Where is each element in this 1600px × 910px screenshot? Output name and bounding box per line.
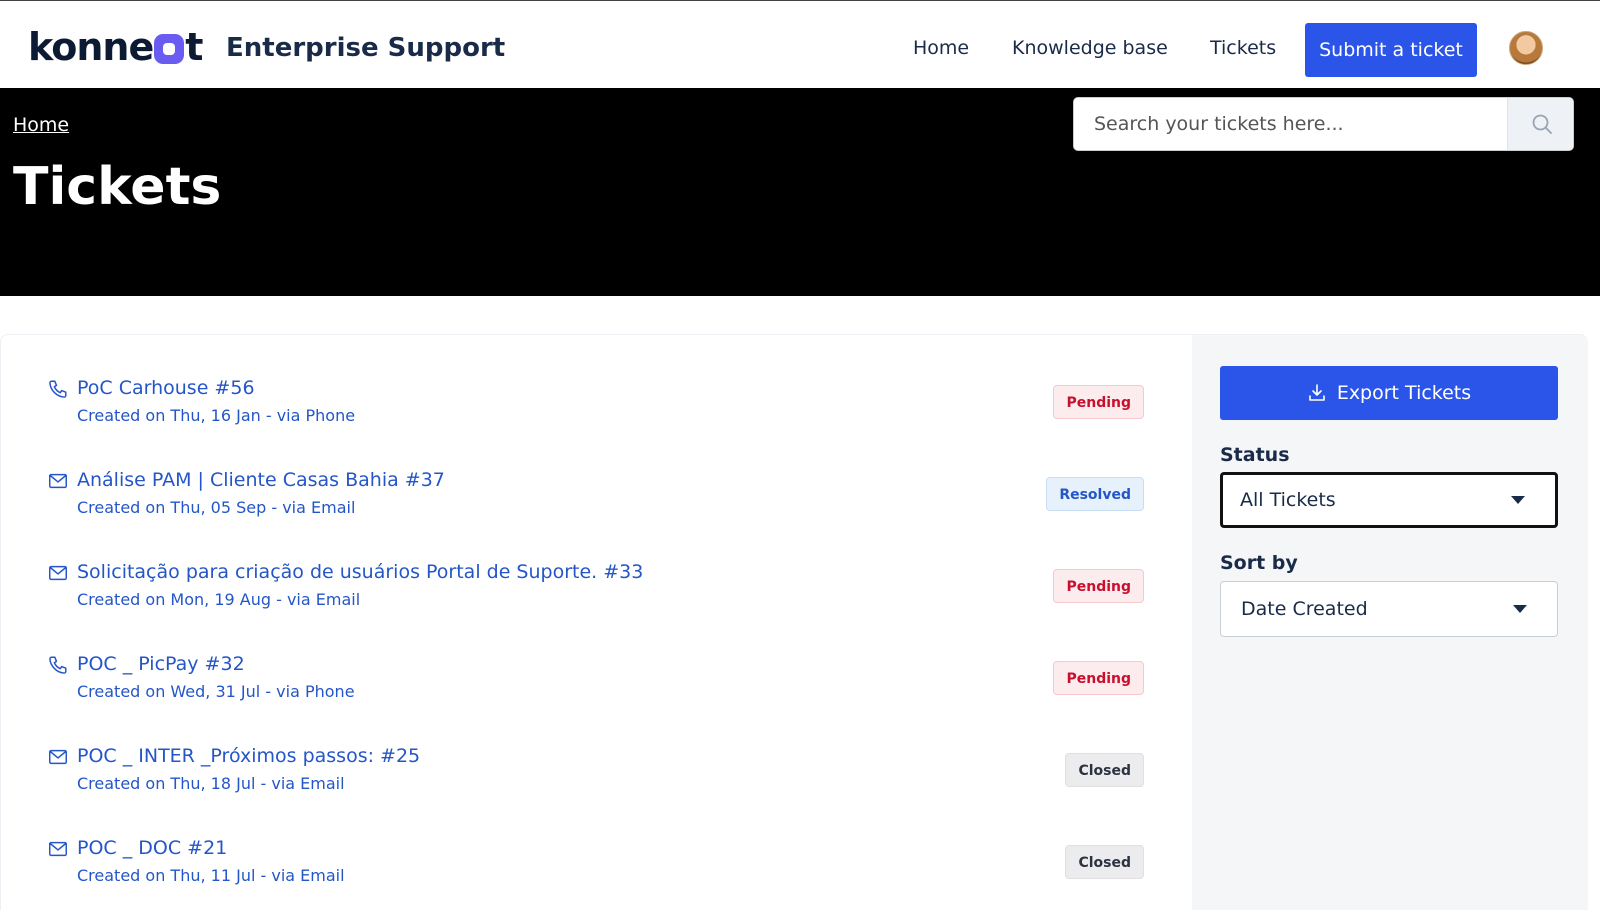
mail-icon: [49, 473, 67, 489]
chevron-down-icon: [1511, 496, 1525, 504]
ticket-row[interactable]: Análise PAM | Cliente Casas Bahia #37 Cr…: [1, 427, 1193, 519]
mail-icon: [49, 841, 67, 857]
ticket-meta: Created on Thu, 11 Jul - via Email: [77, 866, 345, 885]
sort-label: Sort by: [1220, 552, 1298, 574]
search-input[interactable]: [1074, 98, 1508, 150]
brand-title: Enterprise Support: [226, 33, 506, 63]
ticket-title[interactable]: POC _ INTER _Próximos passos: #25: [77, 743, 420, 769]
user-avatar[interactable]: [1509, 31, 1543, 65]
ticket-meta: Created on Thu, 05 Sep - via Email: [77, 498, 356, 517]
breadcrumb-home[interactable]: Home: [13, 112, 69, 138]
ticket-row[interactable]: PoC Carhouse #56 Created on Thu, 16 Jan …: [1, 335, 1193, 427]
ticket-title[interactable]: POC _ DOC #21: [77, 835, 227, 861]
ticket-meta: Created on Thu, 16 Jan - via Phone: [77, 406, 356, 425]
search-icon: [1532, 114, 1552, 134]
status-badge: Pending: [1053, 385, 1144, 419]
sort-select[interactable]: Date Created: [1220, 581, 1558, 637]
ticket-row[interactable]: POC _ PicPay #32 Created on Wed, 31 Jul …: [1, 611, 1193, 703]
nav-home[interactable]: Home: [913, 35, 969, 61]
konnect-logo[interactable]: konne t: [28, 27, 203, 67]
search-button[interactable]: [1507, 98, 1573, 150]
status-select[interactable]: All Tickets: [1220, 472, 1558, 528]
ticket-meta: Created on Mon, 19 Aug - via Email: [77, 590, 361, 609]
ticket-title[interactable]: Solicitação para criação de usuários Por…: [77, 559, 643, 585]
ticket-search: [1073, 97, 1574, 151]
status-label: Status: [1220, 444, 1290, 466]
status-select-value: All Tickets: [1240, 489, 1336, 511]
nav-tickets[interactable]: Tickets: [1210, 35, 1276, 61]
ticket-list: PoC Carhouse #56 Created on Thu, 16 Jan …: [0, 334, 1192, 910]
phone-icon: [49, 380, 67, 398]
ticket-meta: Created on Wed, 31 Jul - via Phone: [77, 682, 355, 701]
submit-ticket-button[interactable]: Submit a ticket: [1305, 23, 1477, 77]
ticket-row[interactable]: Solicitação para criação de usuários Por…: [1, 519, 1193, 611]
ticket-row[interactable]: POC _ DOC #21 Created on Thu, 11 Jul - v…: [1, 795, 1193, 887]
phone-icon: [49, 656, 67, 674]
export-label: Export Tickets: [1336, 382, 1472, 404]
download-icon: [1309, 384, 1325, 401]
status-badge: Resolved: [1046, 477, 1144, 511]
top-header: konne t Enterprise Support Home Knowledge…: [0, 0, 1600, 88]
nav-knowledge-base[interactable]: Knowledge base: [1012, 35, 1168, 61]
filter-sidebar: Export Tickets Status All Tickets Sort b…: [1192, 334, 1588, 910]
mail-icon: [49, 749, 67, 765]
status-badge: Pending: [1053, 569, 1144, 603]
ticket-row[interactable]: POC _ INTER _Próximos passos: #25 Create…: [1, 703, 1193, 795]
ticket-title[interactable]: POC _ PicPay #32: [77, 651, 245, 677]
ticket-title[interactable]: Análise PAM | Cliente Casas Bahia #37: [77, 467, 445, 493]
hero-banner: Home Tickets: [0, 88, 1600, 296]
ticket-meta: Created on Thu, 18 Jul - via Email: [77, 774, 345, 793]
ticket-title[interactable]: PoC Carhouse #56: [77, 375, 255, 401]
chevron-down-icon: [1513, 605, 1527, 613]
mail-icon: [49, 565, 67, 581]
page-title: Tickets: [13, 157, 222, 217]
export-tickets-button[interactable]: Export Tickets: [1220, 366, 1558, 420]
logo-mark-icon: [154, 34, 185, 64]
status-badge: Pending: [1053, 661, 1144, 695]
status-badge: Closed: [1065, 753, 1144, 787]
sort-select-value: Date Created: [1241, 598, 1368, 620]
status-badge: Closed: [1065, 845, 1144, 879]
